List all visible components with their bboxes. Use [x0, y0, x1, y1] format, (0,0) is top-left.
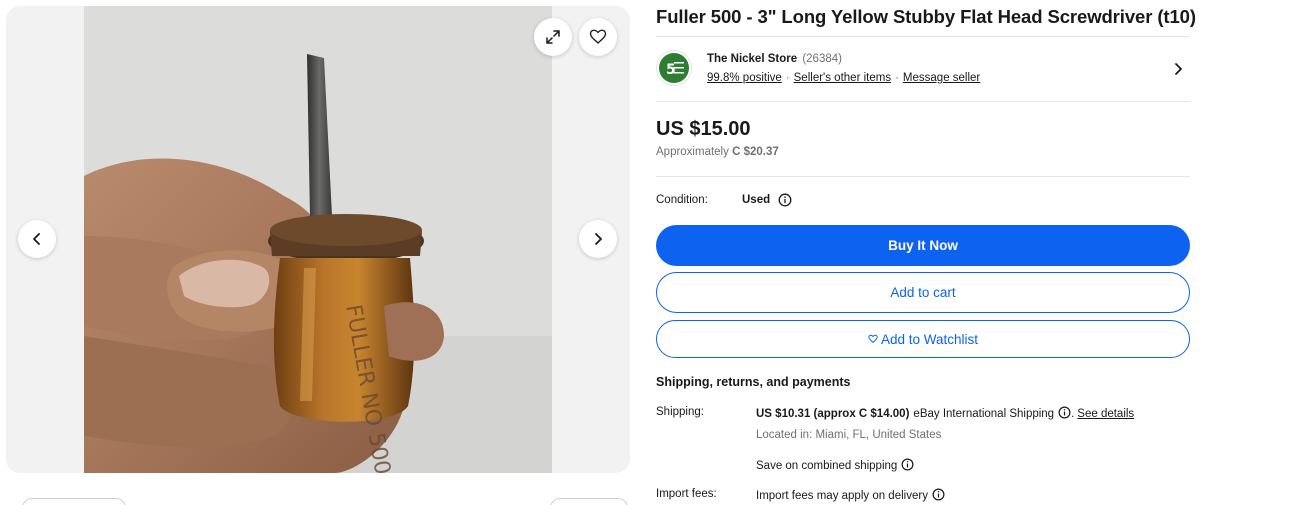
- shipping-cost: US $10.31 (approx C $14.00): [756, 408, 910, 420]
- chevron-right-icon: [1175, 63, 1182, 75]
- add-to-watchlist-button[interactable]: Add to Watchlist: [656, 320, 1190, 358]
- import-fees-value: Import fees may apply on delivery: [756, 488, 945, 504]
- import-fees-label: Import fees:: [656, 488, 717, 500]
- shipping-section-title: Shipping, returns, and payments: [656, 375, 851, 389]
- info-icon: [901, 458, 914, 471]
- add-to-watchlist-label: Add to Watchlist: [880, 331, 979, 347]
- thumbnail-button[interactable]: [550, 498, 628, 505]
- condition-value: Used: [742, 194, 771, 206]
- buy-it-now-button[interactable]: Buy It Now: [656, 225, 1190, 266]
- chevron-left-icon: [33, 233, 40, 245]
- divider: [656, 101, 1190, 102]
- see-details-link[interactable]: See details: [1077, 408, 1134, 420]
- heart-icon: [868, 334, 878, 343]
- period: .: [1071, 408, 1075, 420]
- item-location-text: Located in: Miami, FL, United States: [756, 429, 942, 441]
- seller-positive-link[interactable]: 99.8% positive: [707, 72, 782, 84]
- info-icon: [932, 488, 945, 501]
- svg-text:5: 5: [666, 62, 676, 78]
- message-seller-link[interactable]: Message seller: [903, 72, 980, 84]
- shipping-service: eBay International Shipping: [913, 408, 1055, 420]
- separator: ·: [785, 72, 790, 84]
- combined-shipping-info-button[interactable]: [901, 458, 914, 474]
- seller-card: 5 The Nickel Store (26384) 99.8% positiv…: [656, 50, 1190, 90]
- seller-other-items-link[interactable]: Seller's other items: [794, 72, 891, 84]
- combined-shipping-text: Save on combined shipping: [756, 460, 898, 472]
- info-icon: [778, 193, 792, 207]
- import-fees-text: Import fees may apply on delivery: [756, 490, 928, 502]
- separator: ·: [895, 72, 899, 84]
- shipping-value: US $10.31 (approx C $14.00) eBay Interna…: [756, 406, 1134, 422]
- expand-button[interactable]: [534, 18, 572, 56]
- seller-name-text[interactable]: The Nickel Store: [707, 53, 797, 65]
- image-gallery: FULLER NO 500: [6, 6, 630, 473]
- item-title: Fuller 500 - 3" Long Yellow Stubby Flat …: [656, 6, 1196, 27]
- expand-icon: [546, 30, 560, 44]
- import-fees-info-button[interactable]: [932, 488, 945, 504]
- shipping-label: Shipping:: [656, 406, 704, 418]
- thumbnail-button[interactable]: [22, 498, 126, 505]
- approx-prefix: Approximately: [656, 146, 729, 158]
- next-image-button[interactable]: [579, 220, 617, 258]
- item-price: US $15.00: [656, 118, 751, 140]
- condition-info-button[interactable]: [778, 193, 792, 212]
- shipping-info-button[interactable]: [1058, 406, 1071, 422]
- approx-price: Approximately C $20.37: [656, 146, 779, 158]
- divider: [656, 36, 1190, 37]
- chevron-right-icon: [595, 233, 602, 245]
- info-icon: [1058, 406, 1071, 419]
- seller-links: 99.8% positive · Seller's other items · Mess…: [707, 72, 980, 84]
- seller-expand-button[interactable]: [1170, 61, 1186, 82]
- condition-label: Condition:: [656, 194, 708, 206]
- combined-shipping: Save on combined shipping: [756, 458, 914, 474]
- favorite-button[interactable]: [579, 18, 617, 56]
- approx-value: C $20.37: [732, 146, 779, 158]
- seller-feedback-count: (26384): [802, 53, 842, 65]
- add-to-cart-button[interactable]: Add to cart: [656, 272, 1190, 313]
- seller-name[interactable]: The Nickel Store (26384): [707, 53, 842, 65]
- item-location: Located in: Miami, FL, United States: [756, 429, 941, 441]
- heart-icon: [589, 29, 607, 44]
- seller-logo[interactable]: 5: [656, 50, 692, 86]
- product-photo-drawing: FULLER NO 500: [84, 6, 552, 473]
- product-photo[interactable]: FULLER NO 500: [84, 6, 552, 473]
- previous-image-button[interactable]: [18, 220, 56, 258]
- divider: [656, 176, 1190, 177]
- nickel-store-logo-icon: 5: [660, 54, 688, 82]
